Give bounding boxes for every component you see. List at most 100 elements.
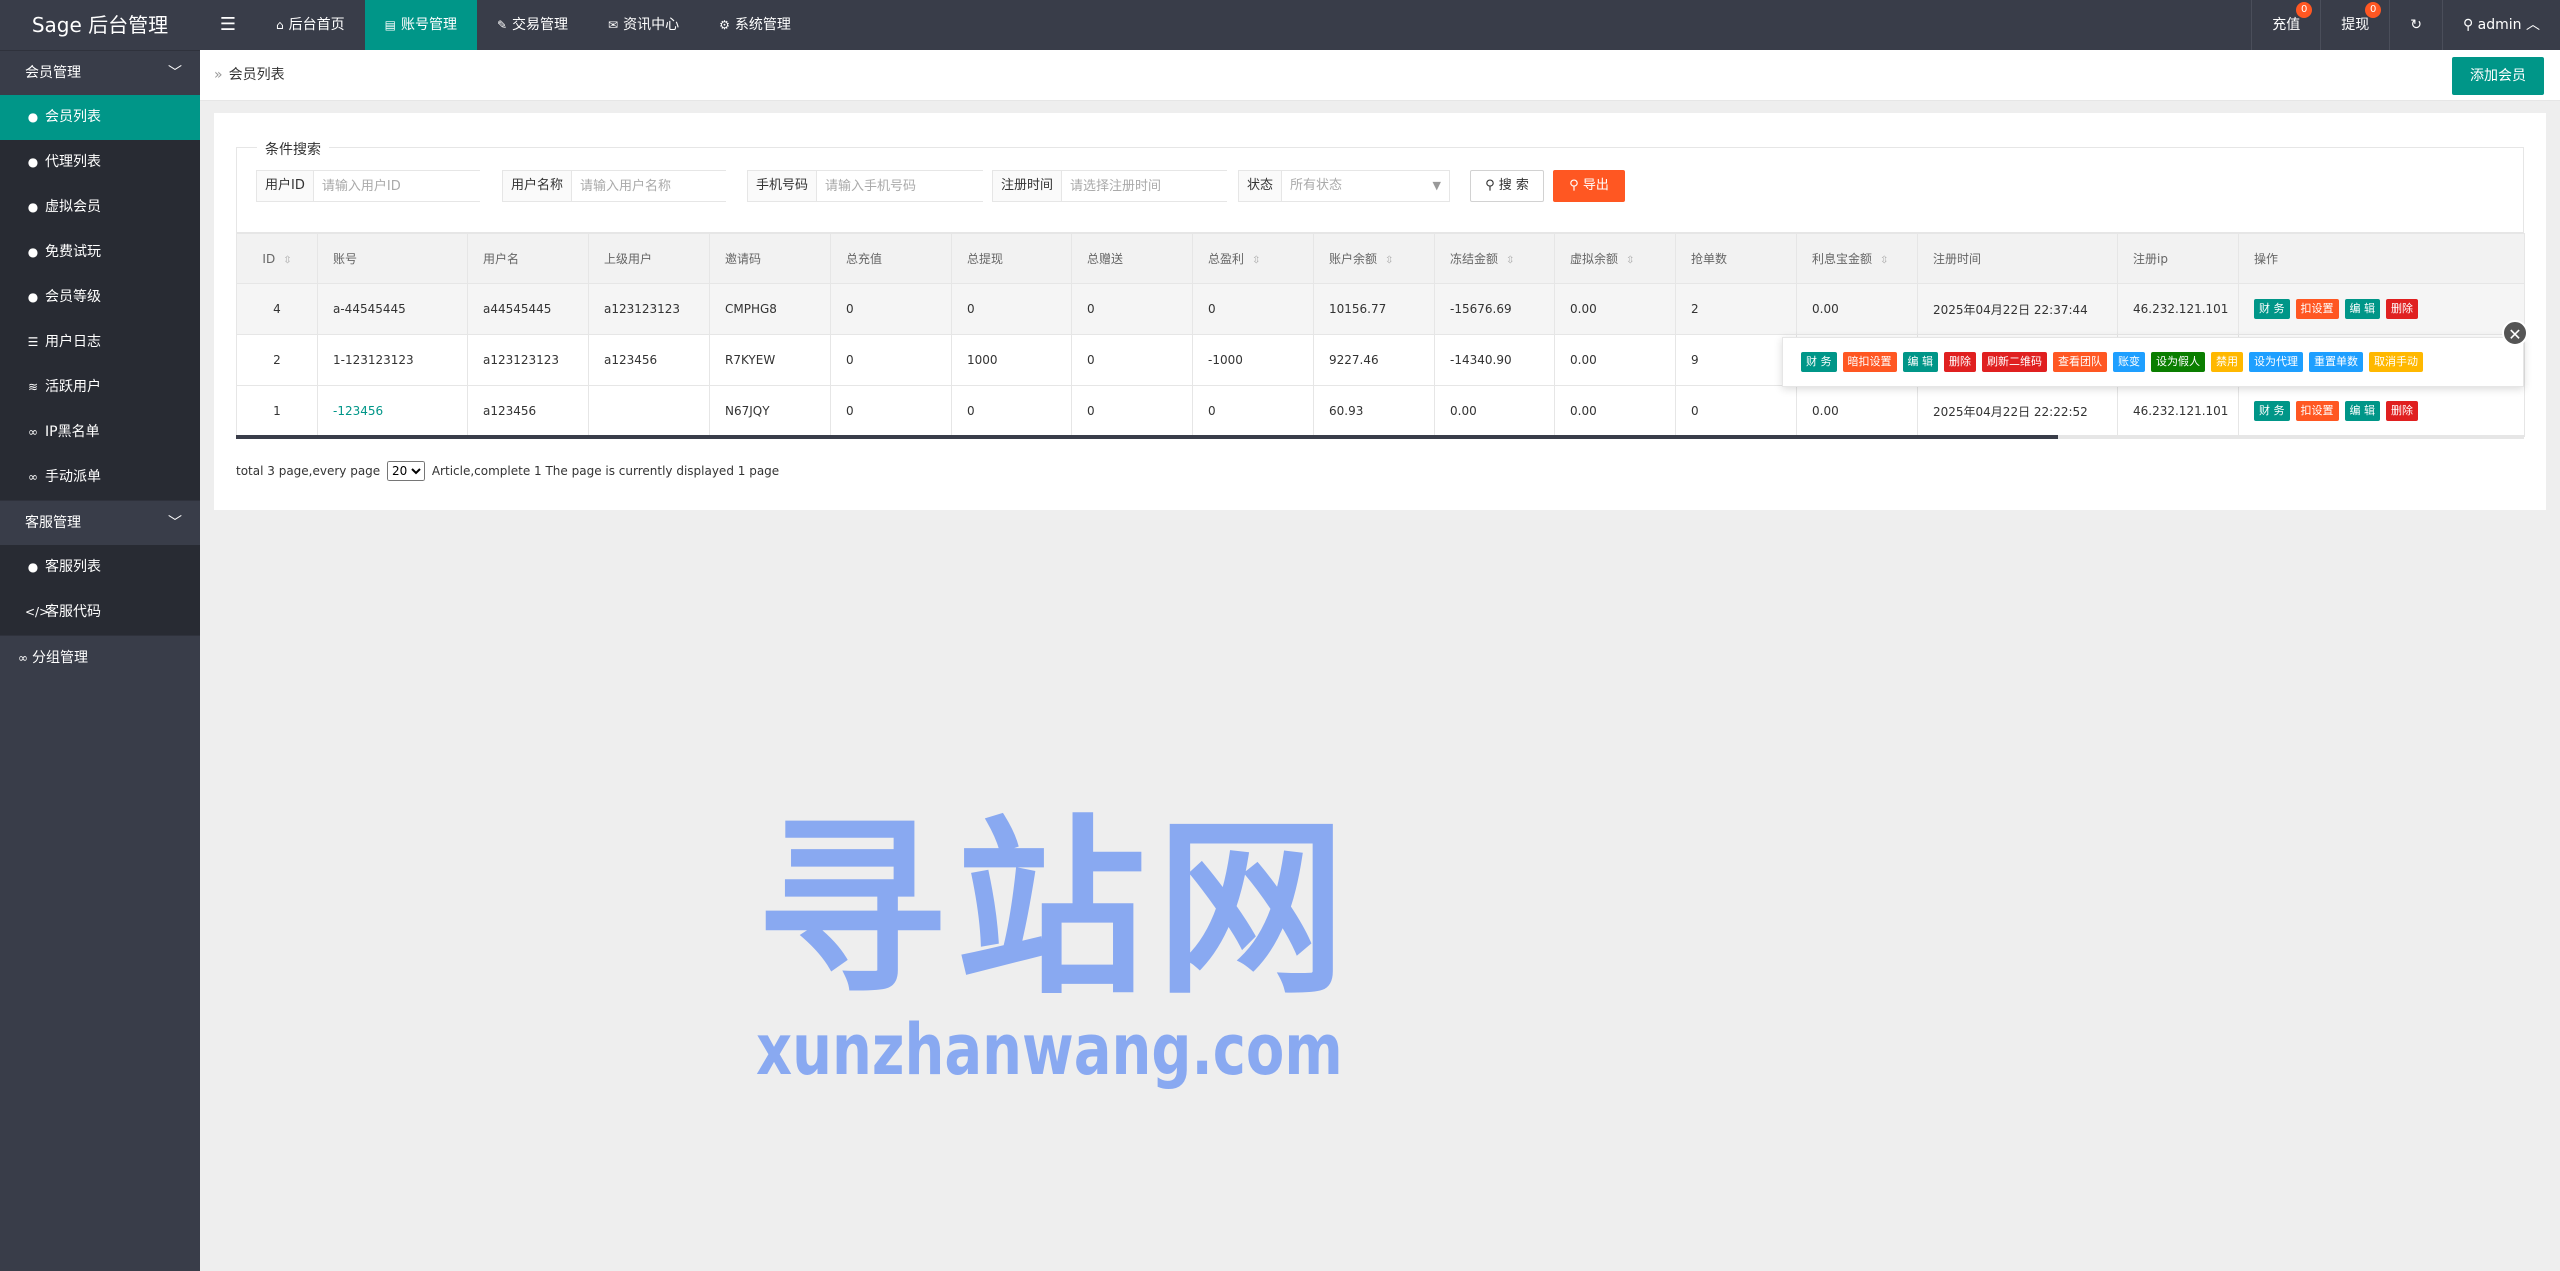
cell: 0 bbox=[830, 334, 952, 386]
recharge-button[interactable]: 充值 0 bbox=[2251, 0, 2320, 50]
breadcrumb: » 会员列表 bbox=[214, 50, 285, 100]
sidebar-item-service-code[interactable]: </>客服代码 bbox=[0, 590, 200, 635]
export-button[interactable]: ⚲ 导出 bbox=[1553, 170, 1625, 202]
withdraw-button[interactable]: 提现 0 bbox=[2320, 0, 2389, 50]
cell: 0 bbox=[1192, 283, 1314, 335]
nav-news[interactable]: ✉ 资讯中心 bbox=[588, 0, 699, 50]
delete-button[interactable]: 删除 bbox=[2386, 401, 2418, 421]
column-header-id[interactable]: ID ⇳ bbox=[236, 233, 318, 284]
cell bbox=[588, 385, 710, 437]
sidebar-item-member-level[interactable]: ● 会员等级 bbox=[0, 275, 200, 320]
cell: a-44545445 bbox=[317, 283, 468, 335]
field-label: 用户名称 bbox=[503, 171, 573, 201]
nav-home[interactable]: ⌂ 后台首页 bbox=[256, 0, 365, 50]
nav-accounts[interactable]: ▤ 账号管理 bbox=[364, 0, 477, 50]
hidden-deduct-settings-button[interactable]: 暗扣设置 bbox=[1842, 352, 1897, 372]
user-id-input[interactable] bbox=[313, 171, 500, 201]
table-scrollbar[interactable] bbox=[236, 435, 2058, 439]
sidebar-item-agent-list[interactable]: ● 代理列表 bbox=[0, 140, 200, 185]
user-secret-icon: ● bbox=[27, 560, 39, 574]
delete-button[interactable]: 删除 bbox=[1944, 352, 1976, 372]
sidebar-group-grouping[interactable]: ∞ 分组管理 bbox=[0, 635, 200, 680]
register-time-input[interactable] bbox=[1062, 171, 1249, 201]
add-member-button[interactable]: 添加会员 bbox=[2452, 57, 2544, 95]
search-icon: ⚲ bbox=[1485, 178, 1499, 193]
balance-change-button[interactable]: 账变 bbox=[2113, 352, 2145, 372]
register-time-field: 注册时间 bbox=[992, 170, 1249, 202]
sidebar-item-ip-blacklist[interactable]: ∞ IP黑名单 bbox=[0, 410, 200, 455]
edit-button[interactable]: 编 辑 bbox=[2344, 401, 2380, 421]
column-header: 抢单数 bbox=[1675, 233, 1797, 284]
nav-trade[interactable]: ✎ 交易管理 bbox=[477, 0, 588, 50]
sidebar-item-user-log[interactable]: ☰ 用户日志 bbox=[0, 320, 200, 365]
column-header-sortable[interactable]: 账户余额 ⇳ bbox=[1313, 233, 1435, 284]
set-agent-button[interactable]: 设为代理 bbox=[2249, 352, 2303, 372]
sidebar: 会员管理 ﹀ ● 会员列表 ● 代理列表 ● 虚拟会员 ● 免费试玩 ● 会员等级 ☰ 用户日… bbox=[0, 50, 200, 1271]
sort-icon[interactable]: ⇳ bbox=[1880, 255, 1888, 266]
sort-icon[interactable]: ⇳ bbox=[1385, 255, 1393, 266]
cell: 1-123123123 bbox=[317, 334, 468, 386]
sidebar-item-label: 免费试玩 bbox=[45, 244, 101, 260]
search-button[interactable]: ⚲ 搜 索 bbox=[1470, 170, 1544, 202]
account-link[interactable]: -123456 bbox=[333, 404, 383, 418]
column-header: 账号 bbox=[317, 233, 468, 284]
username-input[interactable] bbox=[572, 171, 759, 201]
edit-button[interactable]: 编 辑 bbox=[1902, 352, 1938, 372]
table-header-row: ID ⇳ 账号 用户名 上级用户 邀请码 总充值 总提现 总赠送 总盈利 ⇳ 账户余… bbox=[236, 233, 2525, 284]
sidebar-item-manual-dispatch[interactable]: ∞ 手动派单 bbox=[0, 455, 200, 500]
sidebar-item-active-users[interactable]: ≋ 活跃用户 bbox=[0, 365, 200, 410]
sidebar-group-members[interactable]: 会员管理 ﹀ bbox=[0, 50, 200, 95]
sort-icon[interactable]: ⇳ bbox=[1506, 255, 1514, 266]
member-table: ID ⇳ 账号 用户名 上级用户 邀请码 总充值 总提现 总赠送 总盈利 ⇳ 账户余… bbox=[236, 233, 2525, 439]
sort-icon[interactable]: ⇳ bbox=[1252, 255, 1260, 266]
cell: 2025年04月22日 22:22:52 bbox=[1917, 385, 2118, 437]
id-card-icon: ▤ bbox=[384, 18, 396, 32]
cell: 0 bbox=[1071, 283, 1193, 335]
refresh-icon[interactable]: ↻ bbox=[2389, 0, 2442, 50]
disable-button[interactable]: 禁用 bbox=[2211, 352, 2243, 372]
finance-button[interactable]: 财 务 bbox=[1801, 352, 1837, 372]
deduct-settings-button[interactable]: 扣设置 bbox=[2295, 401, 2339, 421]
status-field: 状态 所有状态 ▼ bbox=[1238, 170, 1450, 202]
finance-button[interactable]: 财 务 bbox=[2254, 299, 2290, 319]
status-select[interactable]: 所有状态 ▼ bbox=[1282, 171, 1449, 201]
menu-toggle-icon[interactable]: ☰ bbox=[200, 0, 256, 50]
sidebar-item-label: 用户日志 bbox=[45, 334, 101, 350]
column-header-sortable[interactable]: 虚拟余额 ⇳ bbox=[1554, 233, 1676, 284]
cell: 0 bbox=[951, 385, 1072, 437]
nav-system[interactable]: ⚙ 系统管理 bbox=[699, 0, 811, 50]
cell: 0 bbox=[1071, 385, 1193, 437]
cell: a123456 bbox=[588, 334, 710, 386]
column-header-sortable[interactable]: 总盈利 ⇳ bbox=[1192, 233, 1314, 284]
close-icon[interactable]: ✕ bbox=[2502, 320, 2528, 346]
sort-icon[interactable]: ⇳ bbox=[283, 255, 291, 266]
cell: a123456 bbox=[467, 385, 589, 437]
column-header-sortable[interactable]: 利息宝金额 ⇳ bbox=[1796, 233, 1918, 284]
sidebar-group-service[interactable]: 客服管理 ﹀ bbox=[0, 500, 200, 545]
cell: 9 bbox=[1675, 334, 1797, 386]
page-size-select[interactable]: 20 bbox=[387, 461, 426, 481]
user-menu[interactable]: ⚲ admin ︿ bbox=[2441, 0, 2560, 50]
phone-input[interactable] bbox=[817, 171, 1004, 201]
sort-icon[interactable]: ⇳ bbox=[1626, 255, 1634, 266]
view-team-button[interactable]: 查看团队 bbox=[2053, 352, 2107, 372]
link-icon: ∞ bbox=[18, 651, 28, 665]
sidebar-item-free-trial[interactable]: ● 免费试玩 bbox=[0, 230, 200, 275]
refresh-qrcode-button[interactable]: 刷新二维码 bbox=[1982, 352, 2047, 372]
cancel-manual-button[interactable]: 取消手动 bbox=[2369, 352, 2423, 372]
cell: 0 bbox=[951, 283, 1072, 335]
delete-button[interactable]: 删除 bbox=[2386, 299, 2418, 319]
sidebar-item-member-list[interactable]: ● 会员列表 bbox=[0, 95, 200, 140]
edit-button[interactable]: 编 辑 bbox=[2344, 299, 2380, 319]
sidebar-item-label: 手动派单 bbox=[45, 469, 101, 485]
cell: 0.00 bbox=[1554, 334, 1676, 386]
nav-label: 资讯中心 bbox=[623, 17, 680, 33]
finance-button[interactable]: 财 务 bbox=[2254, 401, 2290, 421]
set-fake-user-button[interactable]: 设为假人 bbox=[2151, 352, 2205, 372]
sidebar-item-virtual-members[interactable]: ● 虚拟会员 bbox=[0, 185, 200, 230]
deduct-settings-button[interactable]: 扣设置 bbox=[2295, 299, 2339, 319]
reset-orders-button[interactable]: 重置单数 bbox=[2309, 352, 2363, 372]
sidebar-item-service-list[interactable]: ● 客服列表 bbox=[0, 545, 200, 590]
nav-label: 系统管理 bbox=[734, 17, 791, 33]
column-header-sortable[interactable]: 冻结金额 ⇳ bbox=[1434, 233, 1555, 284]
